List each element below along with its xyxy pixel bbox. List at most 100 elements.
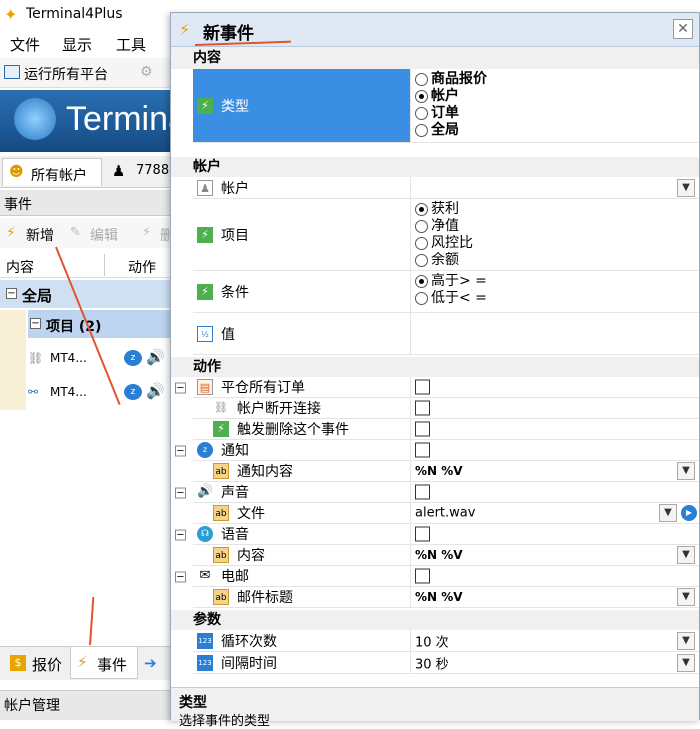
- tab-all-accounts[interactable]: ☻ 所有帐户: [2, 158, 102, 186]
- voice-name-cell[interactable]: ☊ 语音: [193, 524, 411, 545]
- tab-events[interactable]: ⚡ 事件: [70, 647, 138, 679]
- notify-icon: z: [124, 384, 142, 400]
- radio-icon: [415, 291, 428, 305]
- close-button[interactable]: ✕: [673, 19, 693, 39]
- sound-name-cell[interactable]: 🔊 声音: [193, 482, 411, 503]
- menu-view[interactable]: 显示: [62, 34, 92, 55]
- voice-content-name-cell[interactable]: ab 内容: [193, 545, 411, 566]
- group-global[interactable]: − 全局: [0, 280, 172, 308]
- section-params: 参数: [171, 610, 699, 630]
- trigger-delete-checkbox[interactable]: [415, 421, 430, 437]
- radio-icon: [415, 253, 428, 267]
- email-name-cell[interactable]: ✉ 电邮: [193, 566, 411, 587]
- condition-name-cell[interactable]: ⚡ 条件: [193, 271, 411, 313]
- item-name-cell[interactable]: ⚡ 项目: [193, 199, 411, 271]
- trigger-delete-row: ⚡ 触发删除这个事件: [171, 419, 699, 440]
- column-content[interactable]: 内容: [6, 257, 34, 277]
- subgroup-items[interactable]: − 项目 (2): [28, 310, 172, 338]
- run-all-platforms-button[interactable]: 运行所有平台: [24, 64, 108, 84]
- collapse-icon[interactable]: −: [175, 487, 186, 498]
- type-option-global[interactable]: 全局: [415, 122, 695, 139]
- collapse-icon[interactable]: −: [175, 529, 186, 540]
- chevron-down-icon[interactable]: ▼: [677, 178, 695, 197]
- new-event-button[interactable]: 新增: [26, 225, 54, 245]
- event-item[interactable]: ⚯ MT4... z 🔊: [28, 376, 172, 410]
- toolbar-settings-icon[interactable]: ⚙: [140, 64, 153, 80]
- trigger-delete-name-cell[interactable]: ⚡ 触发删除这个事件: [193, 419, 411, 440]
- collapse-icon[interactable]: −: [30, 318, 41, 329]
- condition-option-below[interactable]: 低于< =: [415, 290, 695, 307]
- event-item-label: MT4...: [50, 385, 87, 399]
- item-option-profit[interactable]: 获利: [415, 201, 695, 218]
- email-subject-name-cell[interactable]: ab 邮件标题: [193, 587, 411, 608]
- account-management-title: 帐户管理: [4, 698, 60, 714]
- item-option-balance[interactable]: 余额: [415, 252, 695, 269]
- value-name-cell[interactable]: ½ 值: [193, 313, 411, 355]
- collapse-icon[interactable]: −: [175, 571, 186, 582]
- document-icon: ▤: [197, 379, 213, 395]
- notify-checkbox[interactable]: [415, 442, 430, 458]
- help-title: 类型: [179, 695, 207, 711]
- bottom-tabs: $ 报价 ⚡ 事件 ➔: [0, 646, 172, 680]
- tab-all-accounts-label: 所有帐户: [31, 168, 87, 184]
- play-icon[interactable]: ▶: [681, 505, 697, 521]
- section-account-label: 帐户: [193, 159, 221, 175]
- condition-option-above[interactable]: 高于> =: [415, 273, 695, 290]
- accounts-icon: ☻: [9, 164, 24, 180]
- email-subject-select[interactable]: %N %V ▼: [411, 587, 699, 608]
- value-row: ½ 值: [171, 313, 699, 355]
- loop-name-cell[interactable]: 123 循环次数: [193, 630, 411, 652]
- type-option-account[interactable]: 帐户: [415, 88, 695, 105]
- chevron-down-icon[interactable]: ▼: [659, 504, 677, 522]
- interval-name-cell[interactable]: 123 间隔时间: [193, 652, 411, 674]
- menu-file[interactable]: 文件: [10, 34, 40, 55]
- interval-select[interactable]: 30 秒 ▼: [411, 652, 699, 674]
- notify-content-select[interactable]: %N %V ▼: [411, 461, 699, 482]
- menu-tools[interactable]: 工具: [116, 34, 146, 55]
- collapse-icon[interactable]: −: [175, 445, 186, 456]
- chevron-down-icon[interactable]: ▼: [677, 462, 695, 480]
- item-option-equity[interactable]: 净值: [415, 218, 695, 235]
- voice-checkbox[interactable]: [415, 526, 430, 542]
- sound-file-select[interactable]: alert.wav ▼ ▶: [411, 503, 699, 524]
- user-icon: ♟: [197, 179, 213, 196]
- account-select[interactable]: ▼: [411, 177, 699, 199]
- value-input[interactable]: [411, 313, 699, 355]
- column-action[interactable]: 动作: [128, 257, 156, 277]
- notify-value: [411, 440, 699, 461]
- close-all-value: [411, 377, 699, 398]
- collapse-icon[interactable]: −: [6, 288, 17, 299]
- type-option-quote[interactable]: 商品报价: [415, 71, 695, 88]
- type-option-order[interactable]: 订单: [415, 105, 695, 122]
- disconnect-checkbox[interactable]: [415, 400, 430, 416]
- edit-event-button[interactable]: 编辑: [90, 225, 118, 245]
- dialog-title: 新事件: [203, 24, 254, 44]
- disconnect-name-cell[interactable]: ⛓ 帐户断开连接: [193, 398, 411, 419]
- item-option-risk-ratio[interactable]: 风控比: [415, 235, 695, 252]
- item-row: ⚡ 项目 获利 净值 风控比 余额: [171, 199, 699, 271]
- email-checkbox[interactable]: [415, 568, 430, 584]
- chevron-down-icon[interactable]: ▼: [677, 631, 695, 650]
- chevron-down-icon[interactable]: ▼: [677, 588, 695, 606]
- notify-name-cell[interactable]: z 通知: [193, 440, 411, 461]
- loop-select[interactable]: 10 次 ▼: [411, 630, 699, 652]
- dialog-titlebar: ⚡ 新事件 ✕: [171, 13, 699, 47]
- type-name-cell[interactable]: ⚡ 类型: [193, 69, 411, 143]
- notify-content-name-cell[interactable]: ab 通知内容: [193, 461, 411, 482]
- chevron-down-icon[interactable]: ▼: [677, 546, 695, 564]
- close-all-checkbox[interactable]: [415, 379, 430, 395]
- section-action-label: 动作: [193, 359, 221, 375]
- text-field-icon: ab: [213, 505, 229, 521]
- tab-account-number[interactable]: 7788: [136, 163, 169, 178]
- close-all-name-cell[interactable]: ▤ 平仓所有订单: [193, 377, 411, 398]
- email-subject-row: ab 邮件标题 %N %V ▼: [171, 587, 699, 608]
- voice-content-select[interactable]: %N %V ▼: [411, 545, 699, 566]
- sound-file-name-cell[interactable]: ab 文件: [193, 503, 411, 524]
- tab-quotes[interactable]: 报价: [32, 654, 62, 675]
- account-name-cell[interactable]: ♟ 帐户: [193, 177, 411, 199]
- collapse-icon[interactable]: −: [175, 382, 186, 393]
- sound-checkbox[interactable]: [415, 484, 430, 500]
- chevron-down-icon[interactable]: ▼: [677, 653, 695, 672]
- tab-events-label: 事件: [97, 656, 128, 674]
- arrow-right-icon[interactable]: ➔: [144, 654, 157, 672]
